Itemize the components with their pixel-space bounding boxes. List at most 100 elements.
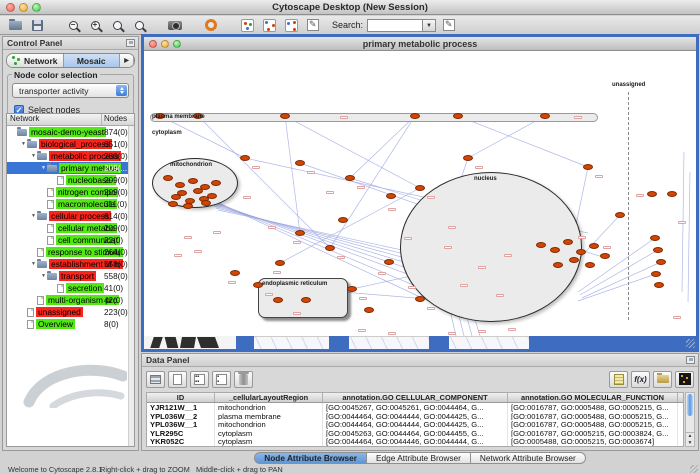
zoom-fit-button[interactable]	[108, 17, 126, 33]
graph-node[interactable]	[384, 259, 394, 265]
snapshot-button[interactable]	[166, 17, 184, 33]
expander-icon[interactable]: ▼	[30, 153, 37, 159]
graph-node[interactable]	[273, 297, 283, 303]
graph-node[interactable]	[536, 242, 546, 248]
graph-node[interactable]	[345, 175, 355, 181]
tree-row[interactable]: nitrogen compo209(0)	[7, 186, 134, 198]
graph-node[interactable]	[175, 182, 185, 188]
graph-node[interactable]	[550, 247, 560, 253]
zoom-in-button[interactable]: +	[86, 17, 104, 33]
tab-edge-attribute-browser[interactable]: Edge Attribute Browser	[367, 452, 471, 464]
attribute-notes-button[interactable]	[609, 371, 628, 388]
graph-node[interactable]	[295, 230, 305, 236]
graph-node[interactable]	[647, 191, 657, 197]
graph-node[interactable]	[177, 190, 187, 196]
graph-node[interactable]	[463, 155, 473, 161]
network-name[interactable]: biological_process	[39, 139, 112, 149]
graph-node[interactable]	[188, 178, 198, 184]
save-session-button[interactable]	[28, 17, 46, 33]
graph-node[interactable]	[651, 271, 661, 277]
annotation-button[interactable]	[304, 17, 322, 33]
float-panel-icon[interactable]	[686, 356, 695, 364]
search-input[interactable]	[367, 19, 423, 32]
tree-row[interactable]: cellular metabo209(0)	[7, 222, 134, 234]
tab-network[interactable]: Network	[7, 54, 64, 67]
network-name[interactable]: cellular process	[49, 211, 111, 221]
graph-node[interactable]	[207, 193, 217, 199]
network-name[interactable]: secretion	[66, 283, 104, 293]
expander-icon[interactable]: ▼	[40, 273, 47, 279]
expander-icon[interactable]: ▼	[40, 165, 47, 171]
tree-scrollbar[interactable]	[128, 126, 134, 446]
network-name[interactable]: transport	[59, 271, 96, 281]
graph-node[interactable]	[453, 113, 463, 119]
table-scrollbar[interactable]: ▲▼	[685, 392, 695, 447]
tree-row[interactable]: multi-organism pro42(0)	[7, 294, 134, 306]
tab-overflow-button[interactable]: ▶	[120, 54, 134, 67]
graph-node[interactable]	[563, 239, 573, 245]
app-resize-grip-icon[interactable]	[690, 465, 698, 473]
graph-node[interactable]	[183, 203, 193, 209]
tree-row[interactable]: ▼metabolic process280(0)	[7, 150, 134, 162]
tree-row[interactable]: mosaic-demo-yeast874(0)	[7, 126, 134, 138]
new-attribute-button[interactable]	[168, 371, 187, 388]
graph-node[interactable]	[553, 262, 563, 268]
tree-row[interactable]: macromolecule311(0)	[7, 198, 134, 210]
table-row[interactable]: YPL036W__2plasma membrane[GO:0044464, GO…	[147, 412, 683, 421]
attribute-table-button[interactable]	[146, 371, 165, 388]
graph-node[interactable]	[540, 113, 550, 119]
tree-header-network[interactable]: Network	[7, 114, 102, 125]
graph-node[interactable]	[589, 243, 599, 249]
matrix-view-button[interactable]	[675, 371, 694, 388]
tree-row[interactable]: ▼transport558(0)	[7, 270, 134, 282]
tree-row[interactable]: secretion41(0)	[7, 282, 134, 294]
network-name[interactable]: Overview	[36, 319, 75, 329]
table-row[interactable]: YPL036W__1mitochondrion[GO:0044464, GO:0…	[147, 420, 683, 429]
graph-node[interactable]	[585, 262, 595, 268]
function-builder-button[interactable]: f(x)	[631, 371, 650, 388]
unselect-attributes-button[interactable]: ▪▪	[212, 371, 231, 388]
graph-node[interactable]	[240, 155, 250, 161]
graph-node[interactable]	[583, 164, 593, 170]
graph-node[interactable]	[211, 180, 221, 186]
column-header[interactable]: annotation.GO MOLECULAR_FUNCTION	[508, 393, 678, 402]
select-attributes-button[interactable]: ▪▪▪▪	[190, 371, 209, 388]
network-canvas[interactable]: plasma membranecytoplasmmitochondrionnuc…	[144, 52, 696, 336]
table-row[interactable]: YDR039C__1mitochondrion[GO:0044464, GO:0…	[147, 446, 683, 447]
expander-icon[interactable]: ▼	[20, 141, 27, 147]
graph-node[interactable]	[654, 282, 664, 288]
help-button[interactable]	[202, 17, 220, 33]
tree-row[interactable]: nucleobase-209(0)	[7, 174, 134, 186]
layout-tool-a-button[interactable]	[260, 17, 278, 33]
delete-attribute-button[interactable]	[234, 371, 253, 388]
graph-node[interactable]	[386, 193, 396, 199]
graph-node[interactable]	[201, 200, 211, 206]
graph-node[interactable]	[600, 253, 610, 259]
vizmapper-button[interactable]	[238, 17, 256, 33]
zoom-selected-button[interactable]	[130, 17, 148, 33]
resize-grip-icon[interactable]	[686, 339, 695, 348]
graph-node[interactable]	[275, 260, 285, 266]
tree-row[interactable]: unassigned223(0)	[7, 306, 134, 318]
graph-node[interactable]	[280, 113, 290, 119]
graph-node[interactable]	[615, 212, 625, 218]
graph-node[interactable]	[230, 270, 240, 276]
import-attributes-button[interactable]	[653, 371, 672, 388]
column-header[interactable]: annotation.GO CELLULAR_COMPONENT	[323, 393, 508, 402]
graph-node[interactable]	[415, 185, 425, 191]
search-options-button[interactable]	[440, 17, 458, 33]
column-header[interactable]: ID	[147, 393, 215, 402]
graph-node[interactable]	[410, 113, 420, 119]
graph-node[interactable]	[364, 307, 374, 313]
color-attribute-select[interactable]: transporter activity	[12, 83, 129, 98]
graph-node[interactable]	[168, 201, 178, 207]
network-name[interactable]: unassigned	[36, 307, 83, 317]
graph-node[interactable]	[295, 160, 305, 166]
graph-node[interactable]	[347, 286, 357, 292]
graph-node[interactable]	[569, 257, 579, 263]
search-dropdown-button[interactable]: ▼	[423, 19, 436, 32]
graph-node[interactable]	[338, 217, 348, 223]
column-header[interactable]: _cellularLayoutRegion	[215, 393, 323, 402]
tree-row[interactable]: ▼cellular process614(0)	[7, 210, 134, 222]
scrollbar-thumb[interactable]	[687, 394, 693, 416]
